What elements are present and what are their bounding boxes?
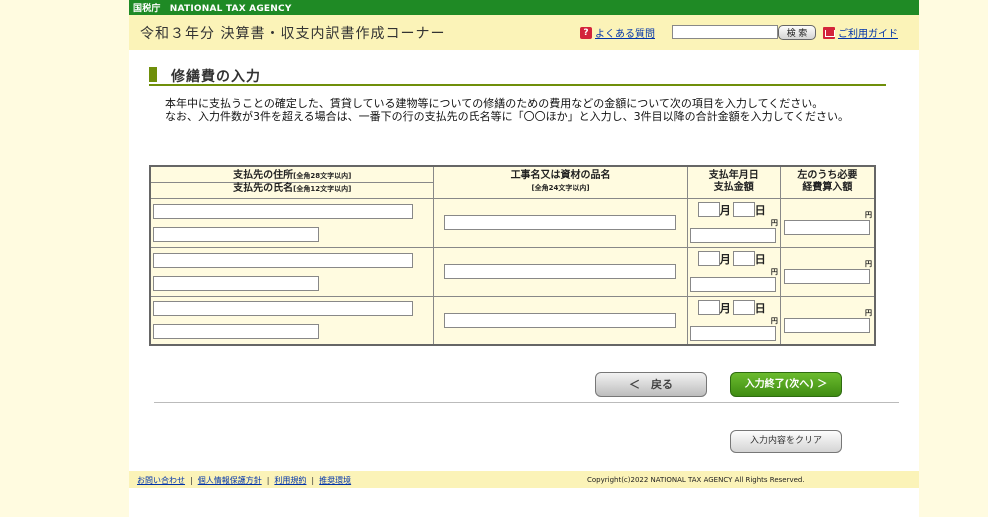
day-label: 日 <box>754 301 766 315</box>
finish-next-button[interactable]: 入力終了(次へ) ＞ <box>730 372 842 397</box>
header-expense-line2: 経費算入額 <box>802 182 853 194</box>
payment-cell: 月 日 円 <box>686 246 781 297</box>
yen-label: 円 <box>770 218 778 227</box>
month-input-3[interactable] <box>697 300 720 315</box>
payee-address-input-1[interactable] <box>153 203 413 219</box>
book-icon <box>823 26 835 39</box>
work-cell <box>433 295 688 346</box>
payee-name-input-2[interactable] <box>153 275 319 291</box>
terms-link[interactable]: 利用規約 <box>274 476 306 485</box>
header-payee-name-note: [全角12文字以内] <box>293 184 352 193</box>
header-payment: 支払年月日 支払金額 <box>686 165 781 199</box>
header-payee-address-note: [全角28文字以内] <box>293 171 352 180</box>
expense-cell: 円 <box>779 246 876 297</box>
header-work-item: 工事名又は資材の品名 [全角24文字以内] <box>433 165 688 199</box>
yen-label: 円 <box>865 260 872 268</box>
table-row: 月 日 円 円 <box>149 197 876 248</box>
work-item-input-2[interactable] <box>444 264 677 279</box>
header-payee-name: 支払先の氏名 <box>233 182 294 194</box>
day-input-3[interactable] <box>732 300 755 315</box>
payee-address-input-2[interactable] <box>153 252 413 268</box>
header-expense: 左のうち必要 経費算入額 <box>779 165 876 199</box>
yen-label: 円 <box>865 308 872 317</box>
header-expense-line1: 左のうち必要 <box>797 170 858 182</box>
header-payment-date: 支払年月日 <box>708 170 759 182</box>
payment-amount-input-1[interactable] <box>689 227 776 243</box>
expense-amount-input-3[interactable] <box>783 317 870 333</box>
expense-amount-input-1[interactable] <box>783 220 870 235</box>
guide-link[interactable]: ご利用ガイド <box>838 25 898 40</box>
header-payee-address: 支払先の住所 <box>233 169 294 181</box>
header-work-item-note: [全角24文字以内] <box>531 184 590 193</box>
month-label: 月 <box>719 252 731 266</box>
environment-link[interactable]: 推奨環境 <box>319 476 351 485</box>
table-row: 月 日 円 円 <box>149 246 876 297</box>
header: 令和３年分 決算書・収支内訳書作成コーナー ? よくある質問 検 索 ご利用ガイ… <box>129 15 919 50</box>
agency-bar: 国税庁 NATIONAL TAX AGENCY <box>129 0 919 15</box>
expense-amount-input-2[interactable] <box>783 269 870 284</box>
month-input-2[interactable] <box>697 251 720 266</box>
search-button[interactable]: 検 索 <box>778 25 816 40</box>
work-cell <box>433 197 688 248</box>
heading-bar-icon <box>149 67 157 82</box>
day-input-2[interactable] <box>732 251 755 266</box>
payment-amount-input-3[interactable] <box>689 325 776 341</box>
divider <box>154 402 899 403</box>
payment-cell: 月 日 円 <box>686 197 781 248</box>
yen-label: 円 <box>770 267 778 276</box>
payee-cell <box>149 197 435 248</box>
payment-amount-input-2[interactable] <box>689 276 776 292</box>
repair-cost-table: 支払先の住所[全角28文字以内] 支払先の氏名[全角12文字以内] 工事名又は資… <box>149 165 876 346</box>
header-work-item-label: 工事名又は資材の品名 <box>510 170 611 182</box>
privacy-link[interactable]: 個人情報保護方針 <box>198 476 262 485</box>
expense-cell: 円 <box>779 197 876 248</box>
payee-name-input-1[interactable] <box>153 226 319 242</box>
back-button[interactable]: ＜ 戻る <box>595 372 707 397</box>
copyright: Copyright(c)2022 NATIONAL TAX AGENCY All… <box>587 476 805 484</box>
day-label: 日 <box>754 252 766 266</box>
search-input[interactable] <box>672 25 778 39</box>
page: 国税庁 NATIONAL TAX AGENCY 令和３年分 決算書・収支内訳書作… <box>129 0 919 517</box>
work-item-input-1[interactable] <box>444 215 677 230</box>
month-input-1[interactable] <box>697 202 720 217</box>
corner-title: 令和３年分 決算書・収支内訳書作成コーナー <box>140 26 446 42</box>
description: 本年中に支払うことの確定した、賃貸している建物等についての修繕のための費用などの… <box>165 97 865 123</box>
payment-cell: 月 日 円 <box>686 295 781 346</box>
work-item-input-3[interactable] <box>444 312 677 328</box>
payee-cell <box>149 246 435 297</box>
faq-link[interactable]: よくある質問 <box>595 25 655 40</box>
question-icon: ? <box>580 26 592 39</box>
section-title: 修繕費の入力 <box>171 69 261 85</box>
description-line-2: なお、入力件数が3件を超える場合は、一番下の行の支払先の氏名等に「〇〇ほか」と入… <box>165 110 850 123</box>
month-label: 月 <box>719 203 731 217</box>
table-row: 月 日 円 円 <box>149 295 876 346</box>
payee-name-input-3[interactable] <box>153 324 319 340</box>
contact-link[interactable]: お問い合わせ <box>137 476 185 485</box>
agency-name: 国税庁 NATIONAL TAX AGENCY <box>133 4 292 14</box>
faq-link-group: ? よくある質問 <box>580 25 655 40</box>
description-line-1: 本年中に支払うことの確定した、賃貸している建物等についての修繕のための費用などの… <box>165 97 824 110</box>
payee-address-input-3[interactable] <box>153 301 413 317</box>
header-payment-amount: 支払金額 <box>713 182 754 194</box>
header-payee: 支払先の住所[全角28文字以内] 支払先の氏名[全角12文字以内] <box>149 165 435 199</box>
guide-link-group: ご利用ガイド <box>823 25 898 40</box>
expense-cell: 円 <box>779 295 876 346</box>
footer: お問い合わせ | 個人情報保護方針 | 利用規約 | 推奨環境 Copyright(c)20… <box>129 471 919 488</box>
payee-cell <box>149 295 435 346</box>
footer-links: お問い合わせ | 個人情報保護方針 | 利用規約 | 推奨環境 <box>137 476 352 485</box>
section-heading: 修繕費の入力 <box>149 66 886 86</box>
clear-input-button[interactable]: 入力内容をクリア <box>730 430 842 453</box>
month-label: 月 <box>719 301 731 315</box>
yen-label: 円 <box>865 211 872 219</box>
yen-label: 円 <box>770 316 778 325</box>
day-input-1[interactable] <box>732 202 755 217</box>
day-label: 日 <box>754 203 766 217</box>
work-cell <box>433 246 688 297</box>
